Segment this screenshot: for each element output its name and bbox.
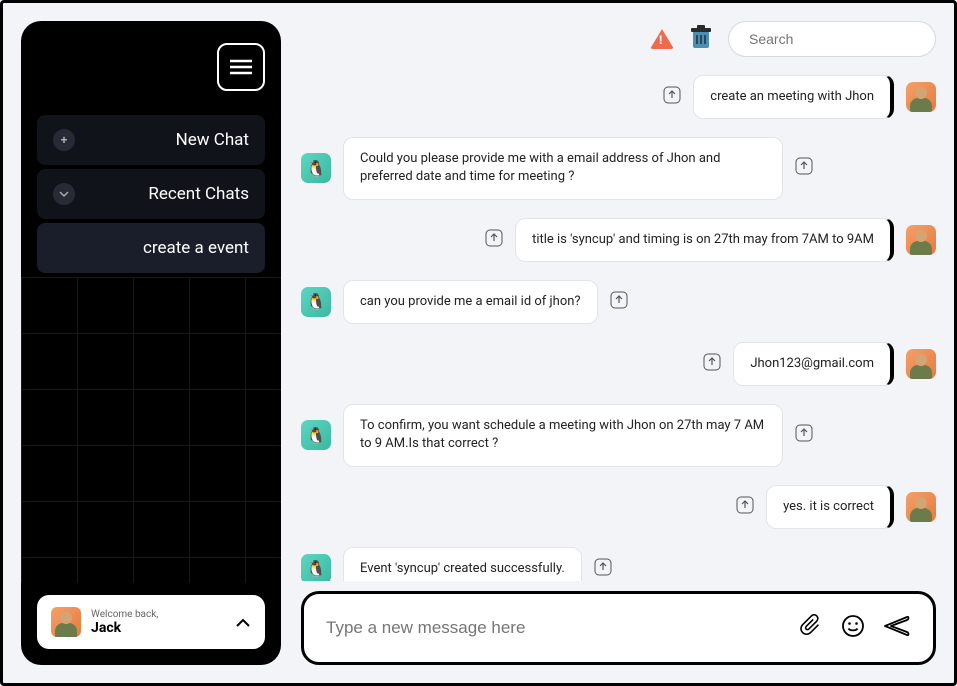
search-input[interactable] xyxy=(749,31,930,47)
hamburger-menu-button[interactable] xyxy=(217,43,265,91)
user-avatar xyxy=(906,349,936,379)
send-button[interactable] xyxy=(883,614,911,642)
share-button[interactable] xyxy=(663,86,681,108)
bot-avatar: 🐧 xyxy=(301,153,331,183)
sidebar-item-label: New Chat xyxy=(176,130,249,150)
user-info: Welcome back, Jack xyxy=(91,609,225,636)
message-row: 🐧 Event 'syncup' created successfully. xyxy=(301,547,936,581)
message-row: create an meeting with Jhon xyxy=(301,75,936,119)
main-content: create an meeting with Jhon 🐧 Could you … xyxy=(301,21,936,665)
attach-button[interactable] xyxy=(799,614,823,642)
message-row: title is 'syncup' and timing is on 27th … xyxy=(301,218,936,262)
message-row: 🐧 can you provide me a email id of jhon? xyxy=(301,280,936,324)
message-row: yes. it is correct xyxy=(301,485,936,529)
message-bubble: Jhon123@gmail.com xyxy=(733,342,894,386)
trash-icon xyxy=(690,25,712,49)
chat-area: create an meeting with Jhon 🐧 Could you … xyxy=(301,75,936,581)
user-avatar xyxy=(906,492,936,522)
chevron-down-icon xyxy=(53,183,75,205)
share-button[interactable] xyxy=(795,157,813,179)
message-row: 🐧 To confirm, you want schedule a meetin… xyxy=(301,404,936,466)
message-row: Jhon123@gmail.com xyxy=(301,342,936,386)
message-bubble: To confirm, you want schedule a meeting … xyxy=(343,404,783,466)
sidebar-item-new-chat[interactable]: + New Chat xyxy=(37,115,265,165)
welcome-text: Welcome back, xyxy=(91,609,225,620)
share-button[interactable] xyxy=(594,558,612,580)
share-button[interactable] xyxy=(485,229,503,251)
user-name: Jack xyxy=(91,620,225,636)
chevron-up-icon[interactable] xyxy=(235,613,251,632)
message-bubble: title is 'syncup' and timing is on 27th … xyxy=(515,218,894,262)
message-bubble: Could you please provide me with a email… xyxy=(343,137,783,199)
share-button[interactable] xyxy=(736,496,754,518)
app-container: + New Chat Recent Chats create a event W… xyxy=(0,0,957,686)
warning-icon[interactable] xyxy=(650,29,674,49)
user-card[interactable]: Welcome back, Jack xyxy=(37,595,265,649)
share-button[interactable] xyxy=(610,291,628,313)
sidebar-item-recent-chats[interactable]: Recent Chats xyxy=(37,169,265,219)
message-row: 🐧 Could you please provide me with a ema… xyxy=(301,137,936,199)
trash-button[interactable] xyxy=(690,25,712,53)
sidebar-grid-decoration xyxy=(21,277,281,583)
smile-icon xyxy=(841,614,865,638)
user-avatar xyxy=(906,82,936,112)
emoji-button[interactable] xyxy=(841,614,865,642)
bot-avatar: 🐧 xyxy=(301,554,331,581)
message-composer xyxy=(301,591,936,665)
sidebar-item-label: create a event xyxy=(143,238,249,258)
message-input[interactable] xyxy=(326,618,781,638)
share-button[interactable] xyxy=(703,353,721,375)
user-avatar xyxy=(906,225,936,255)
message-bubble: create an meeting with Jhon xyxy=(693,75,894,119)
bot-avatar: 🐧 xyxy=(301,420,331,450)
search-box[interactable] xyxy=(728,21,936,57)
sidebar-item-active-chat[interactable]: create a event xyxy=(37,223,265,273)
send-icon xyxy=(883,614,911,638)
share-button[interactable] xyxy=(795,424,813,446)
message-bubble: Event 'syncup' created successfully. xyxy=(343,547,582,581)
message-bubble: can you provide me a email id of jhon? xyxy=(343,280,598,324)
sidebar: + New Chat Recent Chats create a event W… xyxy=(21,21,281,665)
paperclip-icon xyxy=(799,614,823,638)
topbar xyxy=(301,21,936,57)
hamburger-icon xyxy=(230,59,252,75)
sidebar-item-label: Recent Chats xyxy=(148,184,249,204)
user-avatar xyxy=(51,607,81,637)
plus-icon: + xyxy=(53,129,75,151)
bot-avatar: 🐧 xyxy=(301,287,331,317)
message-bubble: yes. it is correct xyxy=(766,485,894,529)
